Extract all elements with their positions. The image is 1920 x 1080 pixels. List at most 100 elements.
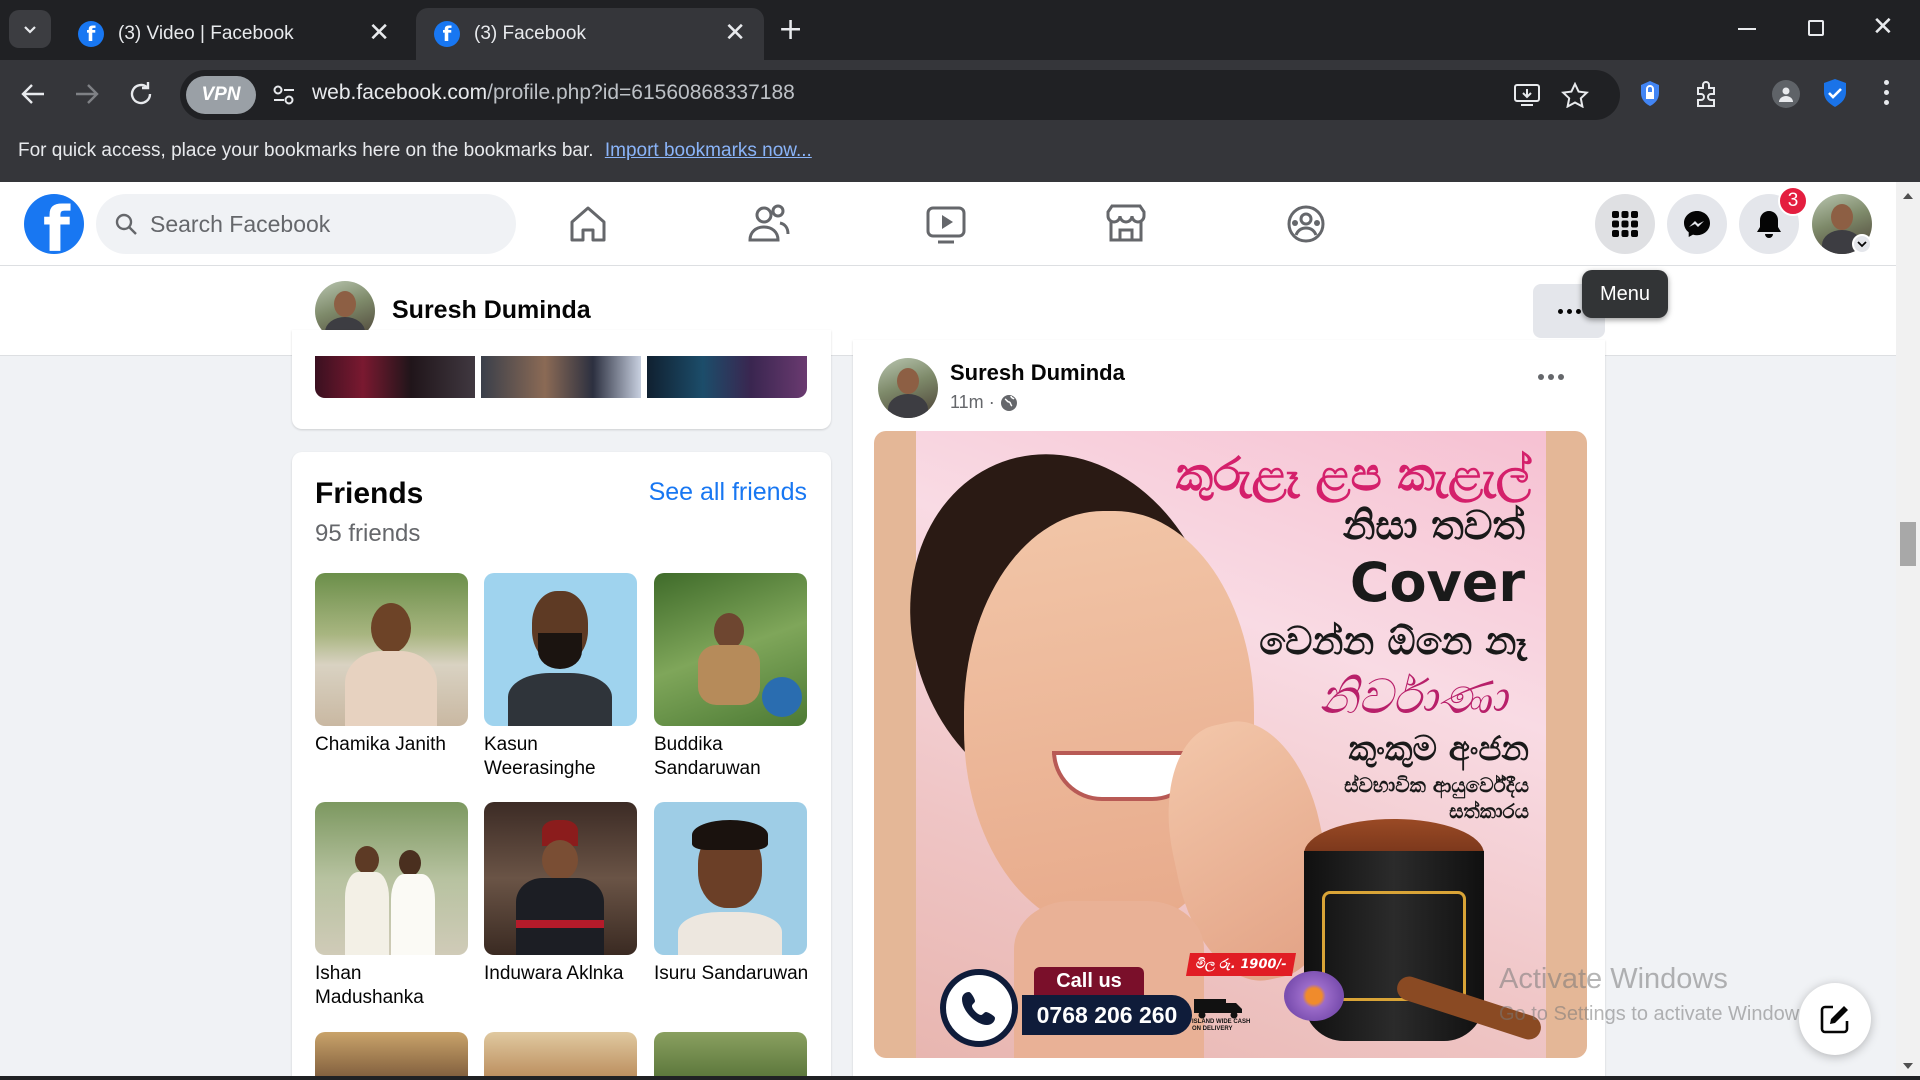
menu-tooltip: Menu xyxy=(1582,270,1668,318)
vpn-button[interactable]: VPN xyxy=(186,76,256,114)
photo-thumbnail[interactable] xyxy=(647,356,807,398)
profile-name[interactable]: Suresh Duminda xyxy=(392,296,591,325)
post-timestamp[interactable]: 11m xyxy=(950,392,984,413)
friend-photo[interactable] xyxy=(315,573,468,726)
tab-video-facebook[interactable]: f (3) Video | Facebook ✕ xyxy=(60,8,408,60)
ad-headline-line1: කුරුළෑ ළප කැළැල් xyxy=(1175,447,1531,501)
page-scrollbar[interactable] xyxy=(1896,182,1920,1080)
marketplace-icon[interactable] xyxy=(1100,198,1152,250)
ad-tagline2: සත්කාරය xyxy=(1449,799,1529,823)
password-extension-icon[interactable] xyxy=(1639,80,1661,108)
menu-grid-button[interactable] xyxy=(1595,194,1655,254)
taskbar-edge xyxy=(0,1076,1920,1080)
ad-headline-line4: වෙන්න ඕනෙ නෑ xyxy=(1259,619,1527,663)
bookmarks-message: For quick access, place your bookmarks h… xyxy=(18,140,594,161)
scrollbar-thumb[interactable] xyxy=(1900,522,1916,566)
photos-card xyxy=(292,330,831,429)
video-icon[interactable] xyxy=(920,198,972,250)
bookmark-star-icon[interactable] xyxy=(1561,82,1589,108)
messenger-button[interactable] xyxy=(1667,194,1727,254)
ad-product-name: කුංකුම අංජන xyxy=(1348,729,1529,769)
search-input[interactable]: Search Facebook xyxy=(96,194,516,254)
friend-photo[interactable] xyxy=(315,1032,468,1080)
browser-toolbar: VPN web.facebook.com/profile.php?id=6156… xyxy=(0,60,1920,128)
delivery-text: ISLAND WIDE CASH ON DELIVERY xyxy=(1192,1019,1251,1032)
url-text[interactable]: web.facebook.com/profile.php?id=61560868… xyxy=(312,81,795,105)
address-bar[interactable]: VPN web.facebook.com/profile.php?id=6156… xyxy=(180,70,1620,120)
friend-photo[interactable] xyxy=(484,1032,637,1080)
friend-photo[interactable] xyxy=(315,802,468,955)
truck-icon xyxy=(1194,999,1242,1019)
grid-icon xyxy=(1612,211,1638,237)
close-icon[interactable]: ✕ xyxy=(724,18,746,48)
post-image[interactable]: කුරුළෑ ළප කැළැල් නිසා තවත් Cover වෙන්න ඕ… xyxy=(874,431,1587,1058)
install-app-icon[interactable] xyxy=(1513,83,1541,107)
url-path: /profile.php?id=61560868337188 xyxy=(487,81,795,104)
friends-title: Friends xyxy=(315,477,424,510)
restore-button[interactable] xyxy=(1808,20,1824,36)
ad-tagline1: ස්වභාවික ආයුර්වේදීය xyxy=(1344,773,1529,797)
ad-price: මිල රු. 1900/- xyxy=(1185,953,1297,976)
facebook-favicon-icon: f xyxy=(434,21,460,47)
friend-name[interactable]: Induwara Aklnka xyxy=(484,962,639,986)
facebook-header: f Search Facebook 3 xyxy=(0,182,1896,266)
see-all-friends-link[interactable]: See all friends xyxy=(649,478,807,507)
delivery-badge: ISLAND WIDE CASH ON DELIVERY xyxy=(1192,997,1262,1037)
account-avatar-button[interactable] xyxy=(1812,194,1872,254)
post-options-button[interactable] xyxy=(1538,374,1564,380)
friend-name[interactable]: Isuru Sandaruwan xyxy=(654,962,809,986)
post-author-name[interactable]: Suresh Duminda xyxy=(950,360,1125,386)
import-bookmarks-link[interactable]: Import bookmarks now... xyxy=(605,140,812,161)
home-icon[interactable] xyxy=(562,198,614,250)
friend-photo[interactable] xyxy=(654,1032,807,1080)
profile-chrome-icon[interactable] xyxy=(1772,80,1800,108)
friend-photo[interactable] xyxy=(484,802,637,955)
friend-name[interactable]: Buddika Sandaruwan xyxy=(654,733,809,781)
friend-name[interactable]: Ishan Madushanka xyxy=(315,962,470,1010)
ad-headline-line3: Cover xyxy=(1349,551,1525,614)
facebook-logo[interactable]: f xyxy=(24,194,84,254)
minimize-button[interactable] xyxy=(1738,28,1756,30)
close-window-button[interactable]: ✕ xyxy=(1872,12,1894,42)
new-tab-button[interactable]: + xyxy=(778,12,803,47)
search-placeholder: Search Facebook xyxy=(150,210,331,237)
chrome-menu-icon[interactable] xyxy=(1884,80,1890,108)
search-icon xyxy=(115,213,137,235)
chevron-down-icon xyxy=(24,26,36,34)
new-message-button[interactable] xyxy=(1799,983,1871,1055)
friend-photo[interactable] xyxy=(484,573,637,726)
photo-thumbnail[interactable] xyxy=(481,356,641,398)
globe-icon xyxy=(1000,394,1017,411)
post-meta: 11m · xyxy=(950,392,1018,413)
call-us-label: Call us xyxy=(1034,967,1144,995)
friend-photo[interactable] xyxy=(654,573,807,726)
notification-badge: 3 xyxy=(1778,186,1808,216)
call-us-phone: 0768 206 260 xyxy=(1022,995,1192,1035)
friend-photo[interactable] xyxy=(654,802,807,955)
bell-icon xyxy=(1757,211,1781,238)
more-icon xyxy=(1557,308,1581,314)
friend-name[interactable]: Chamika Janith xyxy=(315,733,470,757)
site-settings-icon[interactable] xyxy=(272,84,296,106)
friends-card: Friends See all friends 95 friends Chami… xyxy=(292,452,831,1080)
chevron-down-icon xyxy=(1852,234,1872,254)
groups-icon[interactable] xyxy=(1280,198,1332,250)
forward-icon[interactable] xyxy=(74,82,100,106)
post-author-avatar[interactable] xyxy=(878,358,938,418)
call-us-badge: Call us 0768 206 260 xyxy=(940,965,1192,1047)
scroll-down-icon[interactable] xyxy=(1902,1062,1914,1070)
tab-search-button[interactable] xyxy=(9,10,51,48)
extensions-icon[interactable] xyxy=(1692,80,1720,108)
photo-thumbnail[interactable] xyxy=(315,356,475,398)
bookmarks-bar: For quick access, place your bookmarks h… xyxy=(0,128,1920,182)
friend-name[interactable]: Kasun Weerasinghe xyxy=(484,733,639,781)
close-icon[interactable]: ✕ xyxy=(368,18,390,48)
reload-icon[interactable] xyxy=(127,80,155,108)
tab-facebook-active[interactable]: f (3) Facebook ✕ xyxy=(416,8,764,60)
scroll-up-icon[interactable] xyxy=(1902,192,1914,200)
shield-check-icon[interactable] xyxy=(1822,78,1848,108)
activate-windows-subtitle: Go to Settings to activate Windows. xyxy=(1499,1003,1815,1025)
friends-icon[interactable] xyxy=(742,198,794,250)
back-icon[interactable] xyxy=(20,82,46,106)
saffron-flower-decoration xyxy=(1284,971,1344,1021)
